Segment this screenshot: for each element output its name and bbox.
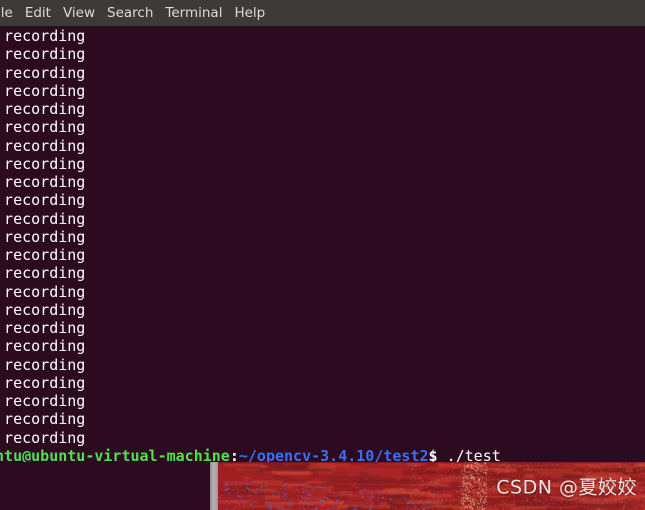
menu-view[interactable]: View	[57, 0, 101, 26]
terminal-output-text: d recording	[4, 373, 86, 392]
terminal-output-line: d recording	[0, 173, 645, 191]
menu-search[interactable]: Search	[101, 0, 159, 26]
terminal-output-text: d recording	[4, 191, 86, 210]
terminal-output-line: d recording	[0, 356, 645, 374]
terminal-output-text: d recording	[4, 264, 86, 283]
terminal-output-line: d recording	[0, 228, 645, 246]
terminal-output-line: d recording	[0, 301, 645, 319]
menu-file[interactable]: ile	[0, 0, 19, 26]
terminal-output-text: d recording	[4, 27, 86, 45]
terminal-output-text: d recording	[4, 428, 86, 447]
terminal-output-text: d recording	[4, 118, 86, 137]
bottom-overlap-strip: CSDN @夏姣姣	[0, 462, 645, 510]
terminal-output-line: d recording	[0, 64, 645, 82]
terminal-output-text: d recording	[4, 81, 86, 100]
terminal-output-line: d recording	[0, 82, 645, 100]
terminal-output-line: d recording	[0, 191, 645, 209]
terminal-output-line: d recording	[0, 27, 645, 45]
terminal-output-line: d recording	[0, 155, 645, 173]
terminal-output-text: d recording	[4, 392, 86, 410]
terminal-output-text: d recording	[4, 337, 86, 356]
terminal-output-text: d recording	[4, 227, 86, 246]
terminal-output-text: d recording	[4, 410, 86, 429]
menu-help[interactable]: Help	[228, 0, 271, 26]
terminal-output-line: d recording	[0, 118, 645, 136]
terminal-bottom-fill	[0, 462, 210, 510]
terminal-output-text: d recording	[4, 300, 86, 319]
terminal-output-text: d recording	[4, 100, 86, 118]
terminal-output-line: d recording	[0, 100, 645, 118]
terminal-output-line: d recording	[0, 45, 645, 63]
terminal-output-line: d recording	[0, 392, 645, 410]
terminal-output-line: d recording	[0, 283, 645, 301]
terminal-output-line: d recording	[0, 137, 645, 155]
terminal-output-line: d recording	[0, 410, 645, 428]
terminal-output-text: d recording	[4, 45, 86, 64]
terminal-output-text: d recording	[4, 282, 86, 301]
opencv-display-window[interactable]: CSDN @夏姣姣	[218, 462, 645, 510]
menu-bar: ileEditViewSearchTerminalHelp	[0, 0, 645, 26]
screen-root: ileEditViewSearchTerminalHelp d recordin…	[0, 0, 645, 510]
terminal-output-text: d recording	[4, 154, 86, 173]
terminal-output-text: d recording	[4, 173, 86, 191]
menu-edit[interactable]: Edit	[19, 0, 57, 26]
window-border-edge	[210, 462, 218, 510]
menu-terminal[interactable]: Terminal	[159, 0, 228, 26]
terminal-output-text: d recording	[4, 355, 86, 374]
terminal-output-text: d recording	[4, 209, 86, 228]
terminal-output-area[interactable]: d recordingd recordingd recordingd recor…	[0, 26, 645, 510]
terminal-output-text: d recording	[4, 246, 86, 264]
terminal-output-line: d recording	[0, 264, 645, 282]
terminal-output-line: d recording	[0, 319, 645, 337]
terminal-output-line: d recording	[0, 210, 645, 228]
opencv-image-canvas	[218, 462, 645, 510]
terminal-output-line: d recording	[0, 337, 645, 355]
terminal-output-text: d recording	[4, 136, 86, 155]
terminal-output-line: d recording	[0, 246, 645, 264]
terminal-output-line: d recording	[0, 374, 645, 392]
terminal-output-line: d recording	[0, 429, 645, 447]
terminal-output-text: d recording	[4, 319, 86, 337]
terminal-lines: d recordingd recordingd recordingd recor…	[0, 27, 645, 465]
terminal-output-text: d recording	[4, 63, 86, 82]
